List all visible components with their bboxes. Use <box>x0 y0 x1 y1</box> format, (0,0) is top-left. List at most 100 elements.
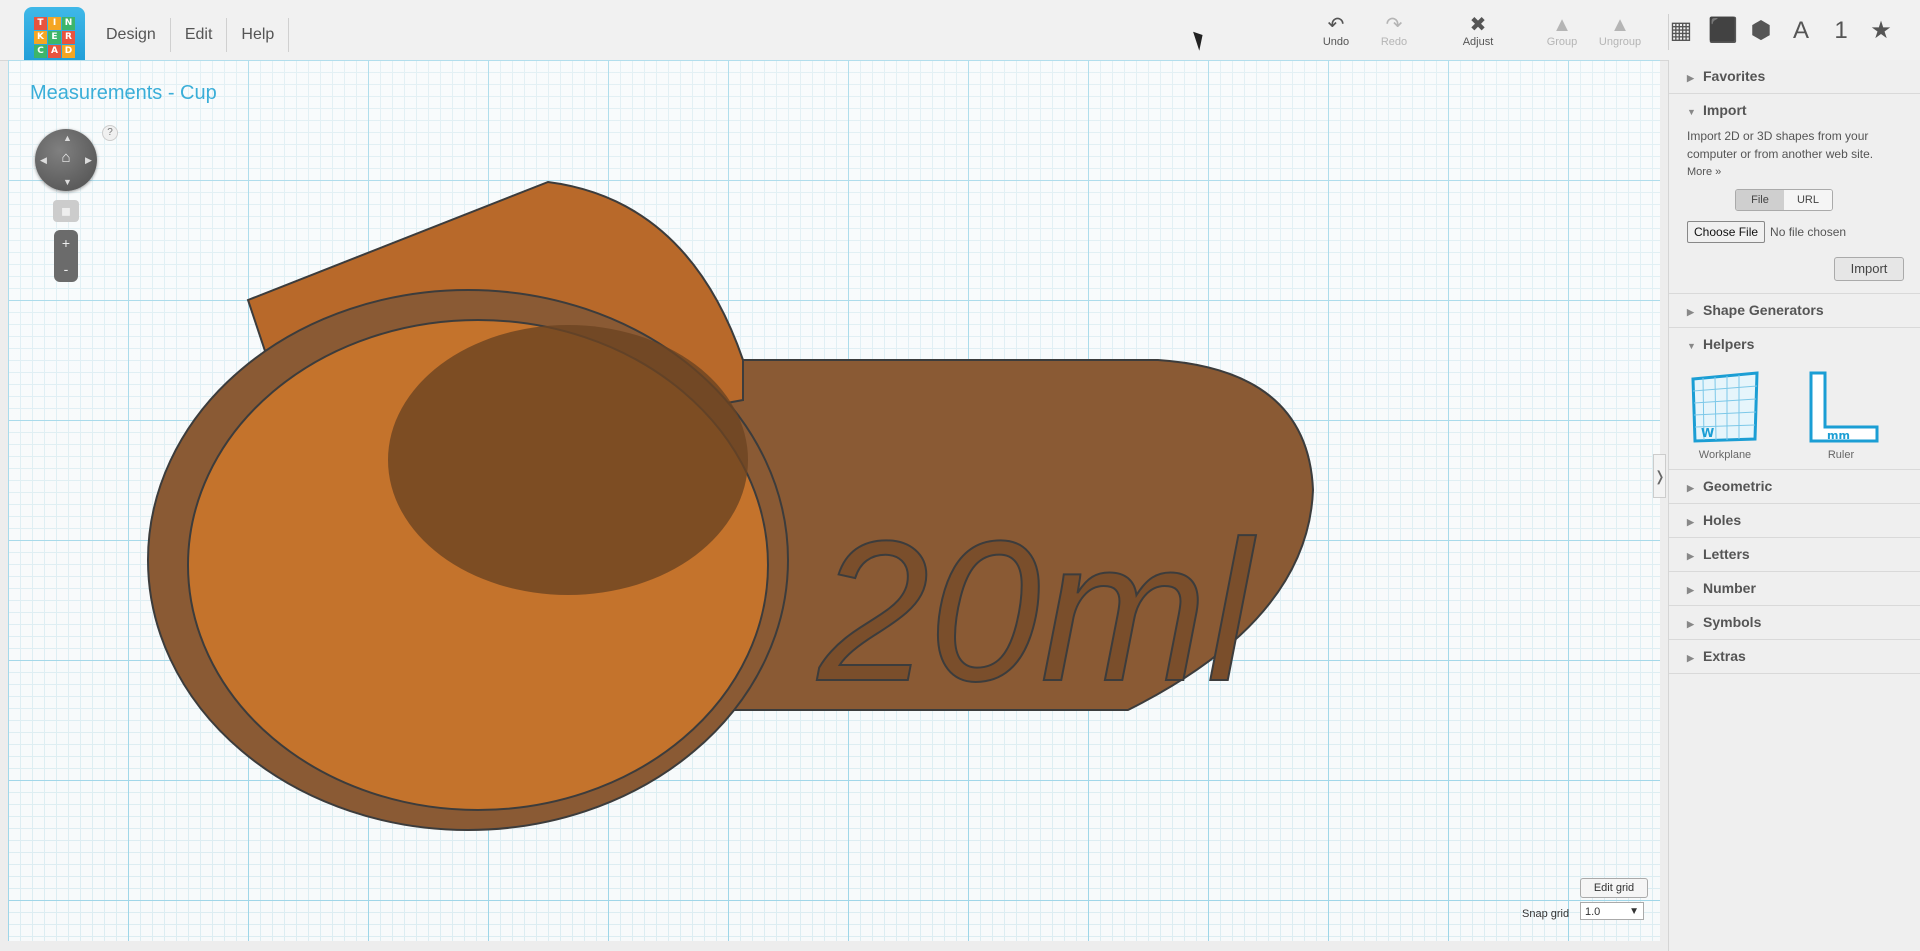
section-header-holes[interactable]: ▶ Holes <box>1669 504 1920 537</box>
section-label: Number <box>1703 580 1756 596</box>
undo-icon: ↶ <box>1327 14 1345 36</box>
section-number: ▶ Number <box>1669 572 1920 606</box>
snap-grid-select[interactable]: 1.0 ▼ <box>1580 902 1644 920</box>
zoom-in-button[interactable]: + <box>54 230 78 256</box>
helper-workplane[interactable]: W Workplane <box>1687 369 1763 461</box>
zoom-out-button[interactable]: - <box>54 256 78 282</box>
redo-button[interactable]: ↷ Redo <box>1364 14 1424 48</box>
import-label: Import <box>1703 102 1747 118</box>
logo-letter: N <box>62 17 75 30</box>
collapsed-triangle-icon: ▶ <box>1687 619 1694 629</box>
favorites-header[interactable]: ▶ Favorites <box>1669 60 1920 93</box>
undo-label: Undo <box>1322 36 1350 48</box>
section-geometric: ▶ Geometric <box>1669 470 1920 504</box>
collapsed-triangle-icon: ▶ <box>1687 585 1694 595</box>
favorites-star-icon[interactable]: ★ <box>1868 16 1894 46</box>
ungroup-button[interactable]: ▲ Ungroup <box>1590 14 1650 48</box>
section-holes: ▶ Holes <box>1669 504 1920 538</box>
helper-ruler-label: Ruler <box>1827 449 1855 461</box>
engraved-text: 20ml <box>816 500 1256 723</box>
menu-design[interactable]: Design <box>92 18 171 52</box>
choose-file-button[interactable]: Choose File <box>1687 221 1766 243</box>
zoom-control: + - <box>54 230 78 282</box>
import-source-toggle: File URL <box>1735 189 1833 211</box>
collapse-sidebar-handle[interactable]: ❭ <box>1653 454 1666 498</box>
shape-generators-label: Shape Generators <box>1703 302 1824 318</box>
cup-bowl-shadow <box>388 325 748 595</box>
import-header[interactable]: ▼ Import <box>1669 94 1920 127</box>
import-section: ▼ Import Import 2D or 3D shapes from your… <box>1669 94 1920 294</box>
logo-letter: I <box>48 17 61 30</box>
expanded-triangle-icon: ▼ <box>1687 107 1696 117</box>
collapsed-triangle-icon: ▶ <box>1687 73 1694 83</box>
section-header-letters[interactable]: ▶ Letters <box>1669 538 1920 571</box>
snap-grid-value: 1.0 <box>1585 906 1601 918</box>
3d-workplane[interactable]: 20ml Measurements - Cup ▲ ▼ ◀ ▶ ⌂ ? ◼ + … <box>8 60 1660 941</box>
section-label: Geometric <box>1703 478 1773 494</box>
expanded-triangle-icon: ▼ <box>1687 341 1696 351</box>
edit-grid-button[interactable]: Edit grid <box>1580 878 1648 898</box>
chevron-down-icon: ▼ <box>1629 906 1639 917</box>
text-tool-icon[interactable]: A <box>1788 16 1814 46</box>
svg-text:W: W <box>1701 426 1714 440</box>
measuring-cup-model[interactable]: 20ml <box>8 60 1660 941</box>
import-button[interactable]: Import <box>1834 257 1904 281</box>
home-view-icon[interactable]: ⌂ <box>57 149 75 167</box>
import-body: Import 2D or 3D shapes from your compute… <box>1669 127 1920 293</box>
helpers-label: Helpers <box>1703 336 1755 352</box>
group-button[interactable]: ▲ Group <box>1532 14 1592 48</box>
section-header-symbols[interactable]: ▶ Symbols <box>1669 606 1920 639</box>
fit-view-icon[interactable]: ◼ <box>53 200 79 222</box>
redo-label: Redo <box>1380 36 1408 48</box>
section-header-geometric[interactable]: ▶ Geometric <box>1669 470 1920 503</box>
box-view-icon[interactable]: ⬛ <box>1708 16 1738 46</box>
adjust-label: Adjust <box>1462 36 1494 48</box>
orbit-down-icon[interactable]: ▼ <box>63 177 72 187</box>
collapsed-triangle-icon: ▶ <box>1687 307 1694 317</box>
svg-text:mm: mm <box>1827 429 1850 442</box>
adjust-tools-icon: ✖ <box>1469 14 1487 36</box>
shape-generators-section: ▶ Shape Generators <box>1669 294 1920 328</box>
logo-letter: C <box>34 45 47 58</box>
collapsed-triangle-icon: ▶ <box>1687 551 1694 561</box>
section-header-extras[interactable]: ▶ Extras <box>1669 640 1920 673</box>
workplane-view-icon[interactable]: ▦ <box>1668 16 1694 46</box>
orbit-right-icon[interactable]: ▶ <box>85 155 92 166</box>
orbit-up-icon[interactable]: ▲ <box>63 133 72 143</box>
orbit-control[interactable]: ▲ ▼ ◀ ▶ ⌂ <box>35 129 97 191</box>
section-label: Letters <box>1703 546 1750 562</box>
section-letters: ▶ Letters <box>1669 538 1920 572</box>
collapsed-triangle-icon: ▶ <box>1687 653 1694 663</box>
view-tools: ▦ ⬛ ⬢ A 1 ★ <box>1668 16 1894 46</box>
wireframe-view-icon[interactable]: ⬢ <box>1748 16 1774 46</box>
tab-file[interactable]: File <box>1736 190 1784 210</box>
group-icon: ▲ <box>1552 14 1572 36</box>
orbit-left-icon[interactable]: ◀ <box>40 155 47 166</box>
menu-edit[interactable]: Edit <box>171 18 228 52</box>
no-file-text: No file chosen <box>1770 225 1847 239</box>
redo-icon: ↷ <box>1385 14 1403 36</box>
number-tool-icon[interactable]: 1 <box>1828 16 1854 46</box>
tab-url[interactable]: URL <box>1784 190 1832 210</box>
logo-letter-grid: TIN KER CAD <box>34 17 75 58</box>
shapes-sidebar: ▶ Favorites ▼ Import Import 2D or 3D shape… <box>1668 60 1920 951</box>
file-input-row: Choose File No file chosen <box>1687 221 1903 243</box>
adjust-button[interactable]: ✖ Adjust <box>1448 14 1508 48</box>
design-title[interactable]: Measurements - Cup <box>30 82 217 105</box>
ruler-icon: mm <box>1809 371 1879 443</box>
undo-button[interactable]: ↶ Undo <box>1306 14 1366 48</box>
section-header-number[interactable]: ▶ Number <box>1669 572 1920 605</box>
workplane-icon: W <box>1691 371 1759 443</box>
section-extras: ▶ Extras <box>1669 640 1920 674</box>
collapsed-triangle-icon: ▶ <box>1687 483 1694 493</box>
favorites-section: ▶ Favorites <box>1669 60 1920 94</box>
help-icon[interactable]: ? <box>102 125 118 141</box>
logo-letter: K <box>34 31 47 44</box>
menu-help[interactable]: Help <box>227 18 290 52</box>
logo-letter: E <box>48 31 61 44</box>
helpers-header[interactable]: ▼ Helpers <box>1669 328 1920 361</box>
shape-generators-header[interactable]: ▶ Shape Generators <box>1669 294 1920 327</box>
more-link[interactable]: More » <box>1687 163 1903 181</box>
tinkercad-logo[interactable]: TIN KER CAD <box>24 7 85 68</box>
helper-ruler[interactable]: mm Ruler <box>1803 369 1879 461</box>
